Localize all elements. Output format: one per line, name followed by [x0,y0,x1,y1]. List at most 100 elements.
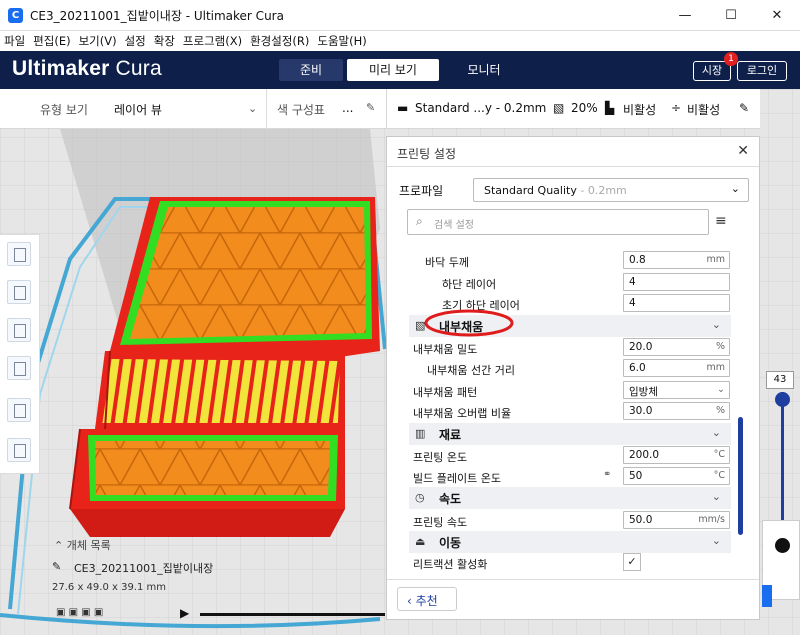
recommended-button[interactable]: ‹ 추천 [397,587,457,611]
profile-select[interactable]: Standard Quality - 0.2mm ⌄ [473,178,749,202]
divider [387,579,759,580]
pencil-icon[interactable]: ✎ [366,101,375,114]
tab-prepare[interactable]: 준비 [279,59,343,81]
print-temp-label: 프린팅 온도 [413,451,468,464]
view-cube-icon[interactable]: ▣ ▣ ▣ ▣ [56,607,103,618]
per-model-settings-icon[interactable] [7,398,31,422]
maximize-button[interactable]: ☐ [708,0,754,31]
divider [266,89,267,129]
minimize-button[interactable]: — [662,0,708,31]
print-setup-summary[interactable]: ▬ Standard ...y - 0.2mm ▧ 20% ▙ 비활성 ÷ 비활… [386,89,760,129]
view-type-value[interactable]: 레이어 뷰 [114,101,162,118]
view-type-label: 유형 보기 [40,103,88,117]
profile-summary: Standard ...y - 0.2mm [415,101,547,115]
pencil-icon[interactable]: ✎ [52,560,61,573]
initial-bottom-layers-field[interactable]: 4 [623,294,730,312]
print-speed-field[interactable]: 50.0 mm/s [623,511,730,529]
search-icon: ⌕ [416,214,423,228]
adhesion-icon: ÷ [671,101,682,115]
menu-edit[interactable]: 편집(E) [29,31,74,49]
rotate-tool-icon[interactable] [7,318,31,342]
layer-slider-bottom-handle[interactable] [775,538,790,553]
slice-button-edge[interactable] [762,585,772,607]
infill-density-field[interactable]: 20.0% [623,338,730,356]
material-category-icon: ▥ [415,427,426,440]
ultimaker-cura-logo: Ultimaker Cura [12,57,162,80]
layer-path-slider[interactable] [200,613,385,616]
login-button[interactable]: 로그인 [737,61,787,81]
category-speed[interactable]: ◷ 속도 ⌄ [409,487,731,509]
adhesion-summary: 비활성 [687,103,721,117]
bottom-layers-field[interactable]: 4 [623,273,730,291]
cura-app-icon: C [8,8,23,23]
bottom-layers-label: 하단 레이어 [442,278,497,291]
layer-slider-top-handle[interactable] [775,392,790,407]
close-icon[interactable]: ✕ [737,143,749,159]
color-scheme-label: 색 구성표 [277,103,325,117]
menu-extensions[interactable]: 확장 [150,31,179,49]
chevron-down-icon: ⌄ [711,534,721,547]
link-icon[interactable]: ⚭ [603,469,611,480]
window-titlebar: C CE3_20211001_집밭이내장 - Ultimaker Cura — … [0,0,800,31]
print-speed-label: 프린팅 속도 [413,516,468,529]
infill-pattern-label: 내부채움 패턴 [413,386,478,399]
menu-file[interactable]: 파일 [0,31,29,49]
object-list-toggle[interactable]: ⌃ 개체 목록 [54,537,111,553]
infill-overlap-label: 내부채움 오버랩 비율 [413,407,512,420]
chevron-down-icon: ⌄ [730,182,740,195]
infill-pattern-select[interactable]: 입방체 ⌄ [623,381,730,399]
object-dimensions: 27.6 x 49.0 x 39.1 mm [52,582,167,593]
layer-number-field[interactable]: 43 [766,371,794,389]
chevron-down-icon[interactable]: ⌄ [248,102,257,115]
tool-column [0,234,40,474]
retraction-label: 리트랙션 활성화 [413,558,488,571]
tab-monitor[interactable]: 모니터 [446,59,522,81]
chevron-down-icon: ⌄ [711,490,721,503]
infill-line-distance-field[interactable]: 6.0 mm [623,359,730,377]
settings-visibility-menu-icon[interactable]: ≡ [715,213,727,229]
category-travel[interactable]: ⏏ 이동 ⌄ [409,531,731,553]
view-type-bar: 유형 보기 레이어 뷰 ⌄ 색 구성표 ... ✎ [0,89,386,129]
color-scheme-value[interactable]: ... [342,101,353,115]
infill-summary: 20% [571,101,598,115]
app-header: Ultimaker Cura 준비 미리 보기 모니터 시장 로그인 [0,51,800,89]
move-tool-icon[interactable] [7,242,31,266]
search-input[interactable]: ⌕ 검색 설정 [407,209,709,235]
chevron-down-icon: ⌄ [711,318,721,331]
object-name: CE3_20211001_집밭이내장 [74,562,214,575]
infill-overlap-field[interactable]: 30.0% [623,402,730,420]
travel-category-icon: ⏏ [415,535,426,548]
print-temp-field[interactable]: 200.0 °C [623,446,730,464]
retraction-checkbox[interactable]: ✓ [623,553,641,571]
category-material[interactable]: ▥ 재료 ⌄ [409,423,731,445]
menu-help[interactable]: 도움말(H) [313,31,370,49]
support-blocker-icon[interactable] [7,438,31,462]
close-window-button[interactable]: ✕ [754,0,800,31]
menu-preferences[interactable]: 환경설정(R) [246,31,313,49]
bottom-thickness-label: 바닥 두께 [425,256,469,269]
infill-icon: ▧ [553,101,565,115]
printer-profile-icon: ▬ [397,101,409,115]
chevron-down-icon: ⌄ [717,384,725,395]
settings-scrollbar[interactable] [738,417,743,535]
infill-line-distance-label: 내부채움 선간 거리 [427,364,515,377]
speed-category-icon: ◷ [415,491,425,504]
play-icon[interactable]: ▶ [180,606,189,620]
bottom-thickness-field[interactable]: 0.8 mm [623,251,730,269]
menu-view[interactable]: 보기(V) [75,31,121,49]
pencil-icon[interactable]: ✎ [739,101,749,115]
infill-density-label: 내부채움 밀도 [413,343,478,356]
mirror-tool-icon[interactable] [7,356,31,380]
support-icon: ▙ [605,101,615,115]
marketplace-badge: 1 [724,52,738,66]
scale-tool-icon[interactable] [7,280,31,304]
annotation-red-ellipse [424,309,514,337]
menu-settings[interactable]: 설정 [121,31,150,49]
window-title: CE3_20211001_집밭이내장 - Ultimaker Cura [30,9,284,23]
panel-title: 프린팅 설정 [397,147,457,161]
menu-program[interactable]: 프로그램(X) [179,31,246,49]
tab-preview[interactable]: 미리 보기 [347,59,439,81]
support-summary: 비활성 [623,103,657,117]
profile-label: 프로파일 [399,184,444,198]
bed-temp-field[interactable]: 50 °C [623,467,730,485]
